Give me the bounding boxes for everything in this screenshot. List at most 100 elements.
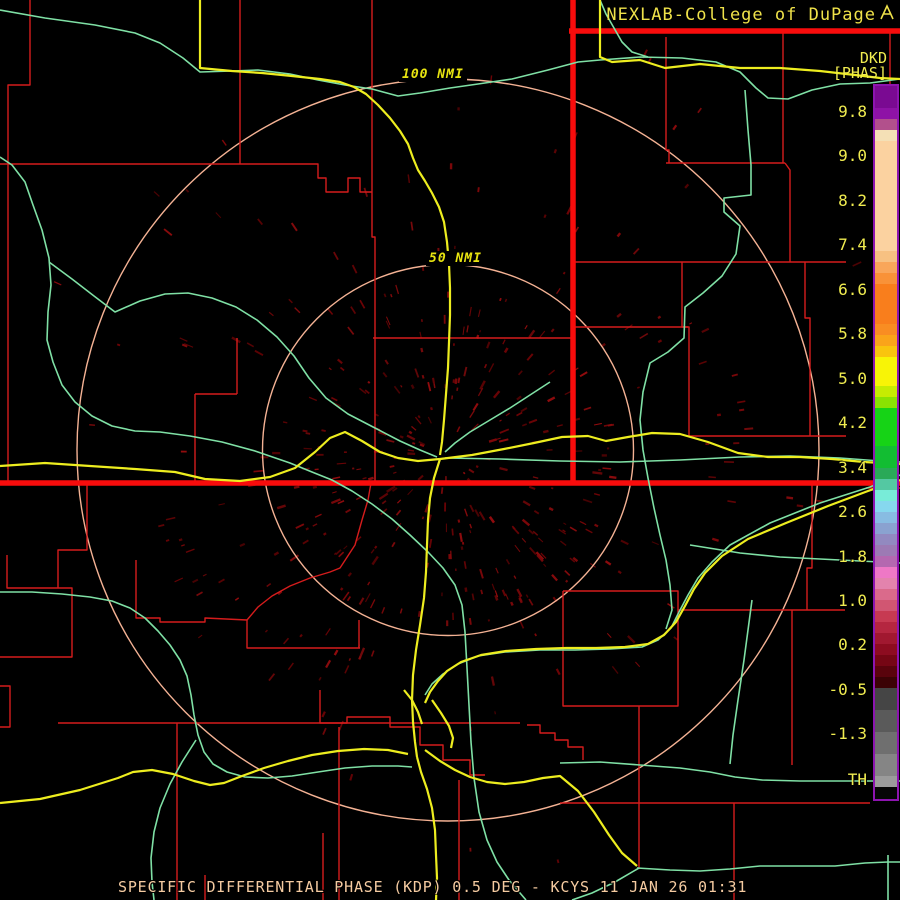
- radar-echo: [419, 443, 425, 448]
- radar-echo: [543, 214, 547, 219]
- status-bar: SPECIFIC DIFFERENTIAL PHASE (KDP) 0.5 DE…: [118, 878, 748, 896]
- radar-echo: [358, 655, 362, 660]
- radar-echo: [555, 668, 561, 676]
- radar-echo: [408, 430, 413, 435]
- radar-echo: [478, 511, 486, 521]
- radar-echo: [343, 545, 348, 550]
- radar-echo: [495, 567, 499, 574]
- colorbar-band: [875, 468, 897, 479]
- colorbar-band: [875, 108, 897, 119]
- radar-echo: [283, 637, 290, 645]
- page-title: NEXLAB-College of DuPage: [606, 5, 876, 25]
- radar-echo: [516, 411, 523, 417]
- radar-echo: [521, 537, 527, 543]
- road-highway: [410, 458, 442, 758]
- radar-echo: [234, 597, 240, 601]
- radar-echo: [322, 727, 327, 735]
- radar-echo: [192, 578, 199, 584]
- radar-echo: [593, 422, 602, 426]
- radar-echo: [579, 371, 588, 378]
- radar-echo: [488, 438, 497, 443]
- radar-echo: [607, 423, 615, 427]
- radar-echo: [417, 610, 422, 618]
- radar-echo: [684, 183, 690, 189]
- radar-echo: [498, 438, 509, 443]
- radar-echo: [852, 261, 862, 267]
- colorbar-band: [875, 578, 897, 589]
- ring-label-50nmi: 50 NMI: [426, 251, 485, 266]
- road-highway: [431, 699, 455, 749]
- radar-echo: [395, 284, 400, 295]
- radar-echo: [697, 107, 702, 114]
- road-secondary: [150, 739, 197, 900]
- radar-echo: [537, 537, 544, 543]
- radar-echo: [197, 634, 203, 639]
- colorbar-tick: 3.4: [838, 458, 867, 477]
- radar-echo: [427, 416, 432, 424]
- radar-echo: [358, 597, 365, 606]
- colorbar-band: [875, 324, 897, 335]
- radar-echo: [391, 541, 396, 548]
- county-boundary: [665, 37, 670, 163]
- radar-echo: [165, 539, 170, 542]
- radar-echo: [294, 307, 301, 314]
- radar-echo: [417, 474, 424, 481]
- radar-echo: [514, 544, 521, 553]
- radar-echo: [632, 247, 640, 255]
- radar-echo: [276, 504, 286, 510]
- radar-echo: [460, 546, 464, 551]
- ring-label-100nmi: 100 NMI: [399, 67, 467, 82]
- radar-echo: [744, 427, 754, 431]
- radar-echo: [325, 628, 331, 636]
- colorbar-band: [875, 732, 897, 754]
- radar-echo: [299, 633, 303, 638]
- colorbar-tick: 7.4: [838, 235, 867, 254]
- radar-echo: [499, 466, 508, 472]
- county-boundary: [371, 0, 376, 483]
- radar-echo: [333, 251, 339, 261]
- radar-echo: [382, 371, 388, 378]
- radar-echo: [620, 539, 629, 546]
- radar-echo: [564, 570, 571, 577]
- colorbar-band: [875, 284, 897, 324]
- radar-echo: [333, 649, 339, 656]
- colorbar-tick: 9.8: [838, 102, 867, 121]
- radar-echo: [288, 298, 293, 304]
- radar-map: [0, 0, 900, 900]
- radar-echo: [582, 498, 593, 504]
- radar-echo: [351, 264, 358, 274]
- colorbar-band: [875, 273, 897, 284]
- radar-echo: [293, 485, 300, 489]
- radar-echo: [312, 523, 318, 527]
- radar-echo: [475, 465, 479, 469]
- colorbar-band: [875, 130, 897, 141]
- radar-echo: [520, 407, 528, 413]
- radar-echo: [592, 471, 603, 475]
- county-boundary: [784, 162, 791, 262]
- radar-echo: [266, 582, 272, 588]
- radar-echo: [185, 188, 190, 193]
- radar-echo: [215, 212, 222, 219]
- colorbar-band: [875, 688, 897, 710]
- radar-echo: [494, 711, 496, 715]
- radar-echo: [367, 476, 374, 481]
- radar-echo: [153, 191, 160, 197]
- radar-echo: [282, 421, 288, 424]
- radar-echo: [268, 311, 274, 317]
- radar-echo: [479, 380, 486, 390]
- radar-echo: [370, 548, 375, 554]
- radar-echo: [396, 499, 402, 504]
- colorbar-band: [875, 335, 897, 346]
- colorbar-band: [875, 479, 897, 490]
- radar-echo: [264, 629, 268, 633]
- radar-echo: [528, 418, 538, 424]
- colorbar-band: [875, 357, 897, 386]
- radar-echo: [464, 508, 469, 517]
- colorbar-tick: 5.8: [838, 324, 867, 343]
- radar-echo: [708, 476, 716, 479]
- radar-echo: [569, 526, 578, 532]
- radar-echo: [308, 396, 318, 402]
- colorbar-band: [875, 386, 897, 397]
- radar-echo: [374, 545, 378, 549]
- radar-echo: [562, 271, 566, 275]
